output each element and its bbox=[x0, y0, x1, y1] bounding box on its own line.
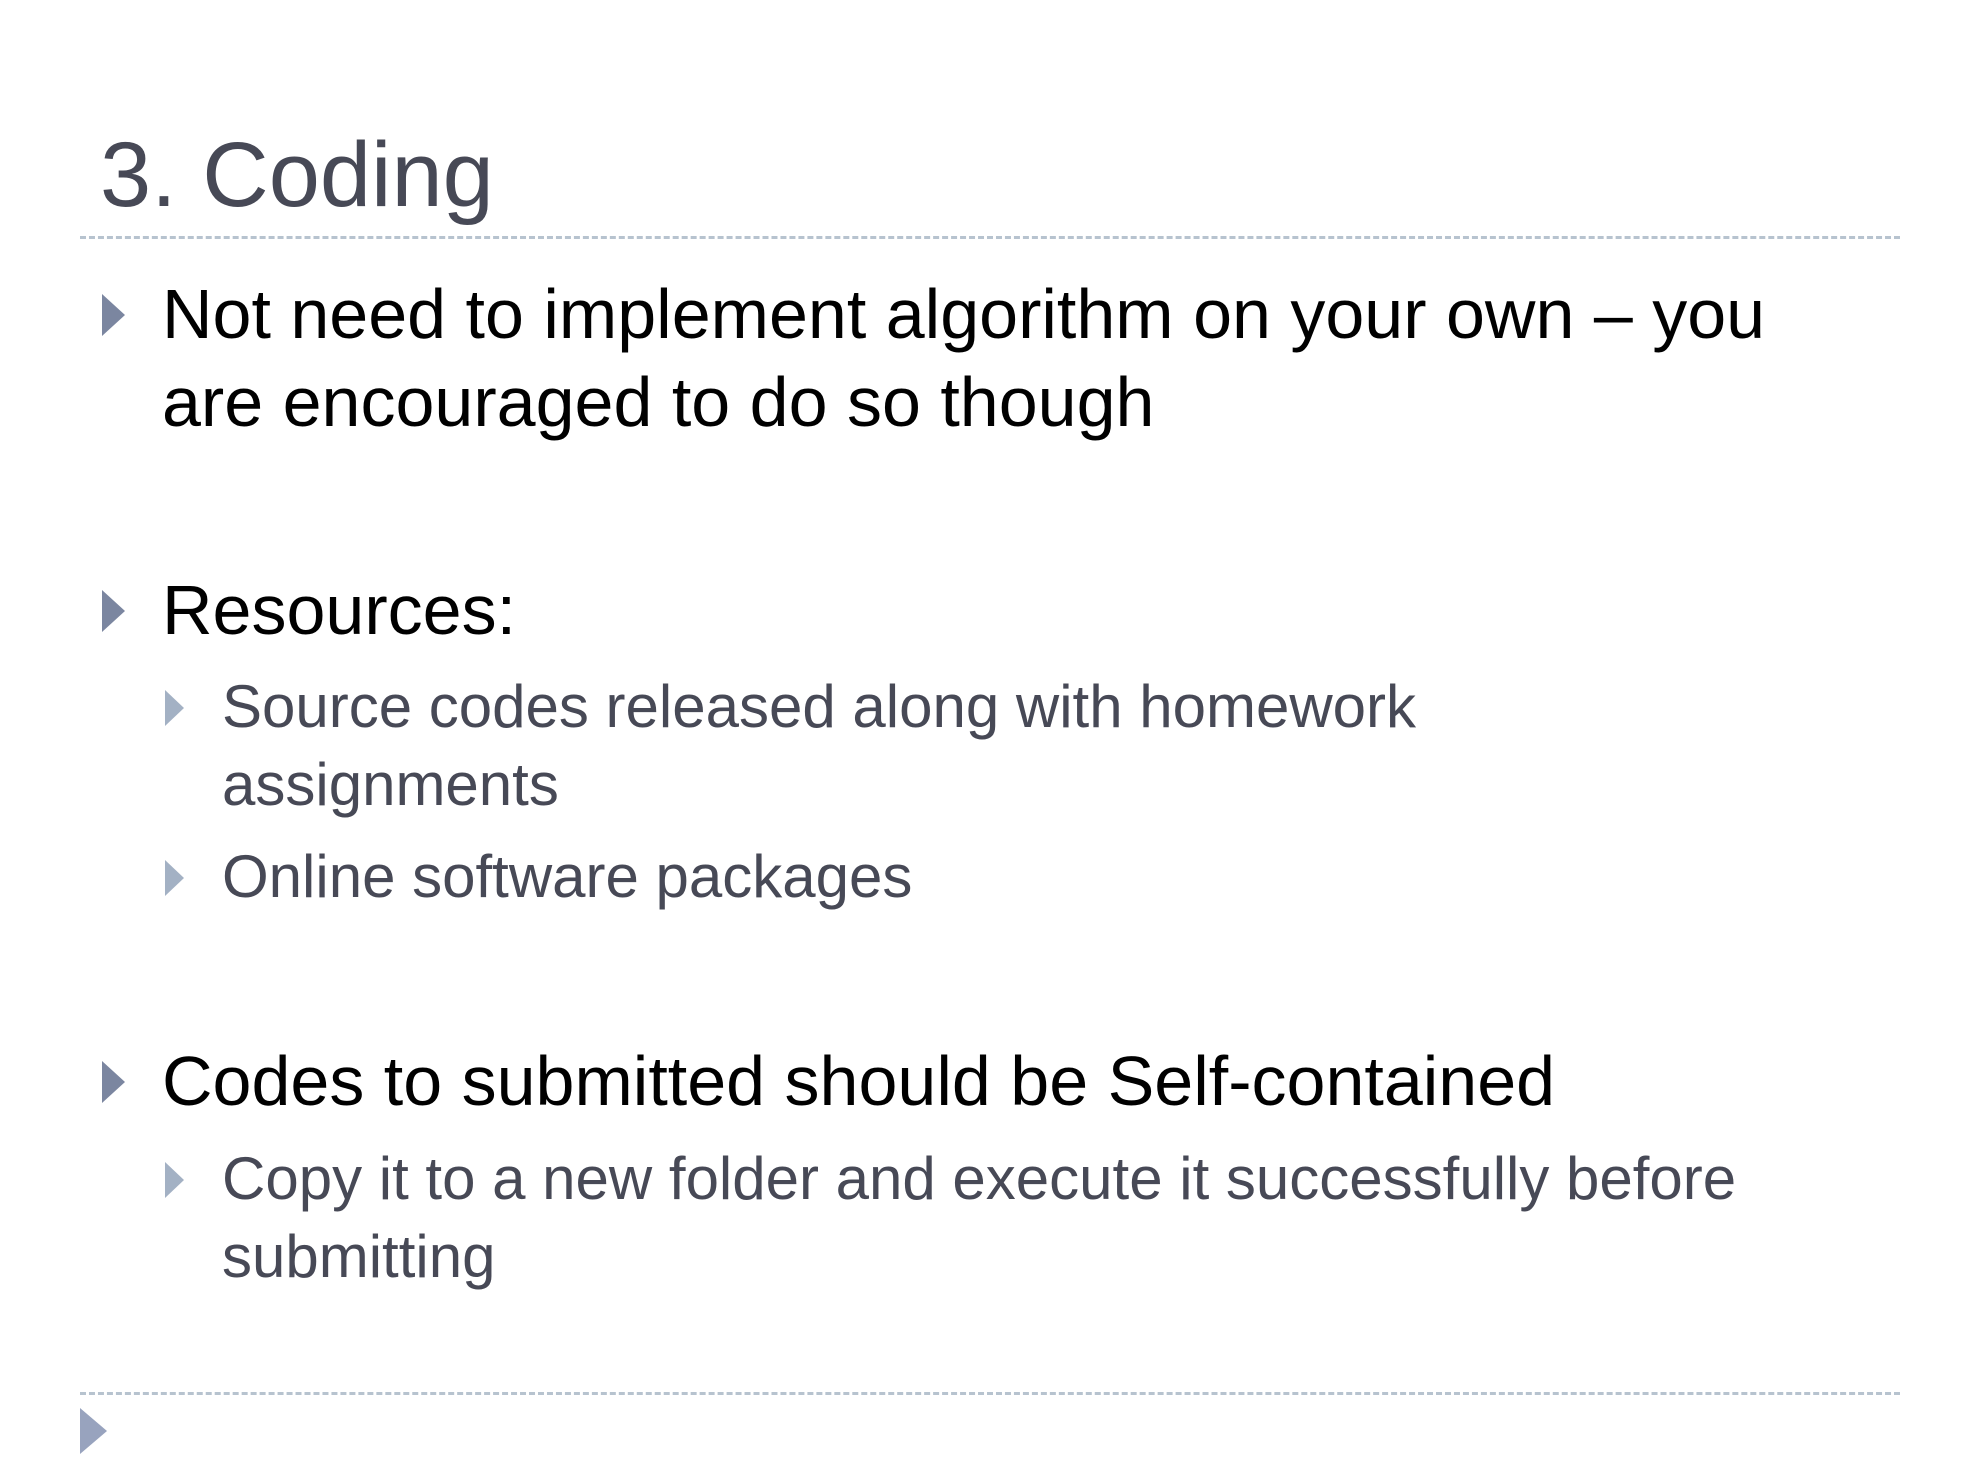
slide-title: 3. Coding bbox=[100, 124, 494, 226]
sub-bullet-arrow-icon bbox=[165, 690, 184, 726]
footer-triangle-icon bbox=[80, 1408, 107, 1454]
title-divider bbox=[80, 236, 1900, 239]
footer-divider bbox=[80, 1392, 1900, 1395]
bullet-1-line-1: Not need to implement algorithm on your … bbox=[162, 275, 1766, 353]
bullet-2-sub-1-line-2: assignments bbox=[222, 751, 559, 818]
bullet-3-sub-1-line-1: Copy it to a new folder and execute it s… bbox=[222, 1145, 1737, 1212]
bullet-3-line-1: Codes to submitted should be Self-contai… bbox=[162, 1042, 1556, 1120]
bullet-1-line-2: are encouraged to do so though bbox=[162, 363, 1155, 441]
sub-bullet-arrow-icon bbox=[165, 860, 184, 896]
bullet-arrow-icon bbox=[102, 590, 125, 632]
bullet-3-sub-1-line-2: submitting bbox=[222, 1223, 496, 1290]
bullet-2-sub-1-line-1: Source codes released along with homewor… bbox=[222, 673, 1416, 740]
bullet-2-sub-2-line-1: Online software packages bbox=[222, 843, 913, 910]
bullet-2-line-1: Resources: bbox=[162, 571, 517, 649]
bullet-arrow-icon bbox=[102, 1061, 125, 1103]
bullet-arrow-icon bbox=[102, 294, 125, 336]
sub-bullet-arrow-icon bbox=[165, 1162, 184, 1198]
